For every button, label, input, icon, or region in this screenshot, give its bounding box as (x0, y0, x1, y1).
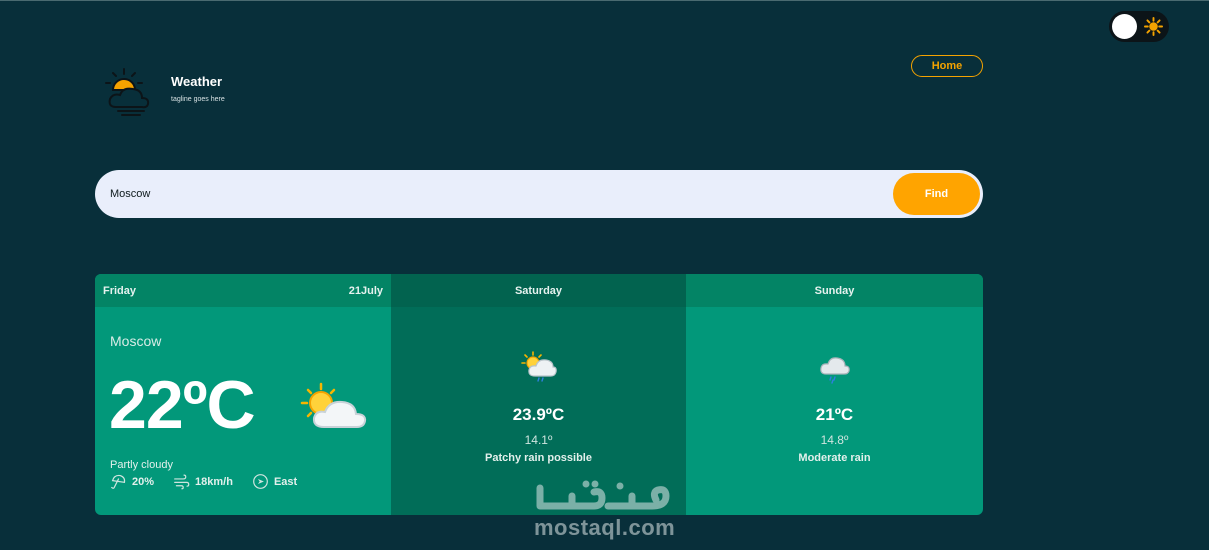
mostaql-logo (536, 480, 670, 510)
home-button[interactable]: Home (911, 55, 983, 77)
forecast-card-sunday: Sunday 21ºC 14.8º Moderate rain (686, 274, 983, 515)
theme-toggle[interactable] (1109, 11, 1169, 42)
search-bar: Find (95, 170, 983, 218)
cloud-rain-icon (819, 357, 850, 384)
compass-icon (253, 474, 268, 489)
saturday-max-temp: 23.9ºC (512, 405, 565, 424)
city-name: Moscow (110, 333, 162, 349)
search-input[interactable] (110, 170, 890, 218)
brand-title: Weather (171, 74, 223, 89)
sun-cloud-icon (105, 68, 150, 116)
today-day: Friday (103, 284, 137, 297)
watermark-text: mostaql.com (534, 515, 676, 540)
rain-stat: 20% (110, 473, 154, 490)
rain-value: 20% (132, 475, 155, 488)
current-condition: Partly cloudy (110, 459, 173, 471)
wind-stat: 18km/h (173, 473, 233, 490)
today-card-header: Friday 21July (95, 274, 391, 307)
brand-tagline: tagline goes here (171, 96, 225, 103)
wind-value: 18km/h (195, 475, 233, 488)
toggle-knob (1112, 14, 1137, 39)
direction-value: East (273, 475, 298, 488)
watermark: mostaql.com (532, 478, 677, 540)
saturday-min-temp: 14.1º (524, 433, 553, 447)
sun-cloud-rain-icon (520, 351, 557, 382)
direction-stat: East (252, 473, 297, 490)
sunday-max-temp: 21ºC (815, 405, 854, 424)
current-temperature: 22ºC (109, 367, 256, 443)
sunday-day: Sunday (814, 284, 855, 297)
today-card: Friday 21July Moscow 22ºC Partly cloudy … (95, 274, 391, 515)
umbrella-icon (111, 474, 126, 489)
partly-cloudy-icon (300, 382, 367, 428)
sunday-condition: Moderate rain (798, 452, 871, 464)
saturday-card-header: Saturday (391, 274, 686, 307)
saturday-day: Saturday (514, 284, 563, 297)
sunday-card-header: Sunday (686, 274, 983, 307)
today-date: 21July (348, 284, 383, 297)
sunday-min-temp: 14.8º (820, 433, 849, 447)
saturday-condition: Patchy rain possible (485, 452, 592, 464)
find-button[interactable]: Find (893, 173, 980, 215)
wind-icon (174, 474, 190, 490)
sun-icon (1144, 17, 1163, 36)
weather-stats: 20% 18km/h East (110, 473, 316, 490)
